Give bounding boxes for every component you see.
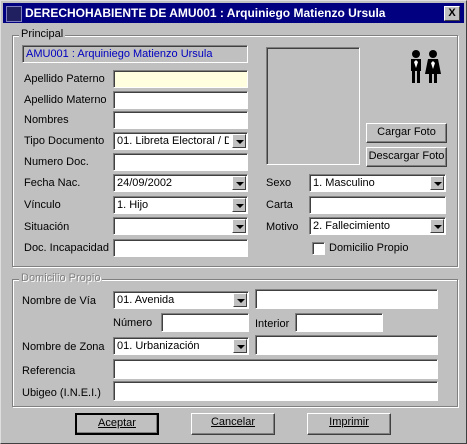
aceptar-button[interactable]: Aceptar bbox=[75, 413, 159, 435]
apellido-paterno-label: Apellido Paterno bbox=[24, 73, 105, 85]
apellido-materno-input[interactable] bbox=[113, 91, 248, 109]
interior-label: Interior bbox=[255, 318, 290, 330]
apellido-paterno-input[interactable] bbox=[113, 70, 248, 88]
title-bar[interactable]: DERECHOHABIENTE DE AMU001 : Arquiniego M… bbox=[3, 3, 464, 23]
sexo-select[interactable]: 1. Masculino bbox=[309, 174, 446, 192]
chevron-down-icon[interactable] bbox=[232, 134, 246, 148]
ubigeo-label: Ubigeo (I.N.E.I.) bbox=[22, 387, 101, 399]
carta-label: Carta bbox=[266, 199, 293, 211]
cargar-foto-button[interactable]: Cargar Foto bbox=[366, 123, 447, 143]
chevron-down-icon[interactable] bbox=[233, 293, 247, 307]
fecha-nac-value: 24/09/2002 bbox=[117, 177, 173, 189]
app-icon bbox=[6, 6, 22, 22]
referencia-label: Referencia bbox=[22, 365, 76, 377]
motivo-value: 2. Fallecimiento bbox=[313, 220, 391, 232]
situacion-select[interactable] bbox=[113, 217, 248, 235]
numero-doc-label: Numero Doc. bbox=[24, 156, 89, 168]
numero-doc-input[interactable] bbox=[113, 153, 248, 171]
tipo-zona-select[interactable]: 01. Urbanización bbox=[113, 337, 249, 355]
nombre-via-label: Nombre de Vía bbox=[22, 295, 96, 307]
cancelar-button[interactable]: Cancelar bbox=[191, 413, 275, 435]
nombre-zona-label: Nombre de Zona bbox=[22, 341, 105, 353]
sexo-label: Sexo bbox=[266, 177, 292, 189]
motivo-select[interactable]: 2. Fallecimiento bbox=[309, 217, 446, 235]
window-title: DERECHOHABIENTE DE AMU001 : Arquiniego M… bbox=[25, 6, 386, 20]
gender-people-icon bbox=[405, 49, 445, 85]
tipo-documento-label: Tipo Documento bbox=[24, 135, 105, 147]
imprimir-label: Imprimir bbox=[329, 416, 369, 428]
motivo-label: Motivo bbox=[266, 221, 299, 233]
doc-incapacidad-label: Doc. Incapacidad bbox=[24, 242, 109, 254]
dialog-window: DERECHOHABIENTE DE AMU001 : Arquiniego M… bbox=[0, 0, 467, 444]
cancelar-label: Cancelar bbox=[210, 416, 256, 428]
domicilio-group-label: Domicilio Propio bbox=[19, 272, 103, 284]
chevron-down-icon[interactable] bbox=[233, 339, 247, 353]
photo-frame bbox=[266, 47, 360, 165]
principal-group-label: Principal bbox=[19, 28, 66, 40]
apellido-materno-label: Apellido Materno bbox=[24, 94, 107, 106]
chevron-down-icon[interactable] bbox=[430, 176, 444, 190]
close-button[interactable]: X bbox=[444, 6, 460, 21]
referencia-input[interactable] bbox=[113, 359, 438, 379]
employee-id-display: AMU001 : Arquiniego Matienzo Ursula bbox=[22, 45, 248, 63]
aceptar-label: Aceptar bbox=[98, 417, 136, 429]
chevron-down-icon[interactable] bbox=[232, 176, 246, 190]
vinculo-select[interactable]: 1. Hijo bbox=[113, 196, 248, 214]
tipo-zona-value: 01. Urbanización bbox=[117, 340, 200, 352]
domicilio-propio-label: Domicilio Propio bbox=[329, 242, 409, 254]
vinculo-value: 1. Hijo bbox=[117, 199, 149, 211]
fecha-nac-label: Fecha Nac. bbox=[24, 177, 81, 189]
chevron-down-icon[interactable] bbox=[232, 198, 246, 212]
tipo-documento-value: 01. Libreta Electoral / DNI bbox=[117, 135, 229, 147]
nombres-input[interactable] bbox=[113, 111, 248, 129]
nombres-label: Nombres bbox=[24, 114, 69, 126]
domicilio-propio-checkbox[interactable] bbox=[312, 242, 325, 255]
tipo-via-value: 01. Avenida bbox=[117, 294, 175, 306]
doc-incapacidad-input[interactable] bbox=[113, 239, 248, 257]
imprimir-button[interactable]: Imprimir bbox=[307, 413, 391, 435]
nombre-via-input[interactable] bbox=[255, 289, 438, 309]
vinculo-label: Vínculo bbox=[24, 199, 61, 211]
nombre-zona-input[interactable] bbox=[255, 335, 438, 355]
sexo-value: 1. Masculino bbox=[313, 177, 375, 189]
numero-input[interactable] bbox=[161, 313, 249, 332]
tipo-documento-select[interactable]: 01. Libreta Electoral / DNI bbox=[113, 132, 248, 150]
fecha-nac-picker[interactable]: 24/09/2002 bbox=[113, 174, 248, 192]
descargar-foto-button[interactable]: Descargar Foto bbox=[366, 147, 447, 167]
interior-input[interactable] bbox=[295, 313, 383, 332]
carta-input[interactable] bbox=[309, 196, 446, 214]
situacion-label: Situación bbox=[24, 221, 70, 233]
chevron-down-icon[interactable] bbox=[430, 219, 444, 233]
tipo-via-select[interactable]: 01. Avenida bbox=[113, 291, 249, 309]
chevron-down-icon[interactable] bbox=[232, 219, 246, 233]
ubigeo-input[interactable] bbox=[113, 381, 438, 401]
numero-label: Número bbox=[113, 317, 153, 329]
